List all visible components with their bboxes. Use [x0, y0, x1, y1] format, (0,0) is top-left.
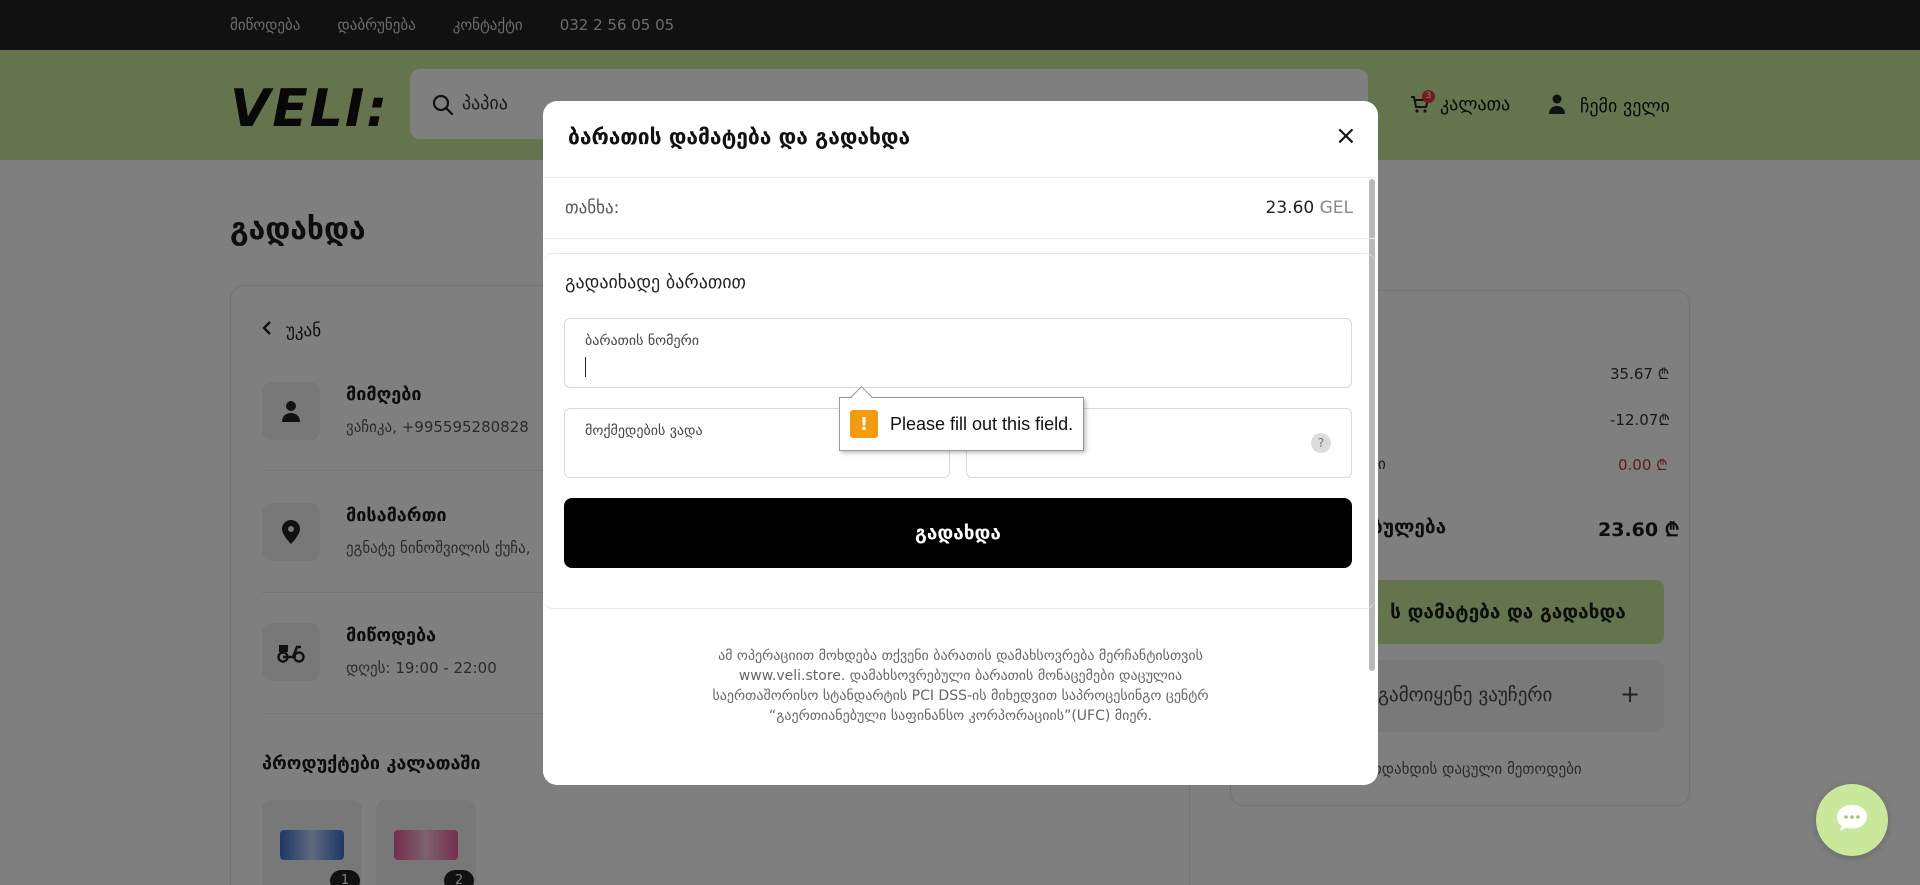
disclaimer-text: ამ ოპერაციით მოხდება თქვენი ბარათის დამა…	[712, 648, 1209, 724]
add-card-modal: ბარათის დამატება და გადახდა × თანხა: 23.…	[543, 101, 1378, 785]
close-icon[interactable]: ×	[1335, 121, 1357, 151]
validation-tooltip: ! Please fill out this field.	[839, 397, 1085, 451]
amount-currency: GEL	[1319, 198, 1353, 218]
validation-message: Please fill out this field.	[890, 413, 1074, 434]
amount-value: 23.60 GEL	[1266, 198, 1353, 218]
chat-button[interactable]	[1816, 784, 1888, 856]
amount-box: თანხა: 23.60 GEL	[543, 177, 1375, 239]
help-icon[interactable]: ?	[1311, 433, 1331, 453]
warning-icon: !	[850, 410, 878, 438]
text-caret	[585, 357, 586, 377]
modal-title: ბარათის დამატება და გადახდა	[568, 125, 911, 149]
pay-by-card-title: გადაიხადე ბარათით	[565, 272, 746, 293]
card-number-label: ბარათის ნომერი	[585, 333, 699, 349]
amount-number: 23.60	[1265, 198, 1315, 218]
chat-bubble-icon	[1835, 803, 1869, 837]
card-number-field[interactable]: ბარათის ნომერი	[564, 318, 1352, 388]
expiry-label: მოქმედების ვადა	[585, 423, 703, 439]
amount-label: თანხა:	[565, 198, 620, 218]
pay-button[interactable]: გადახდა	[564, 498, 1352, 568]
